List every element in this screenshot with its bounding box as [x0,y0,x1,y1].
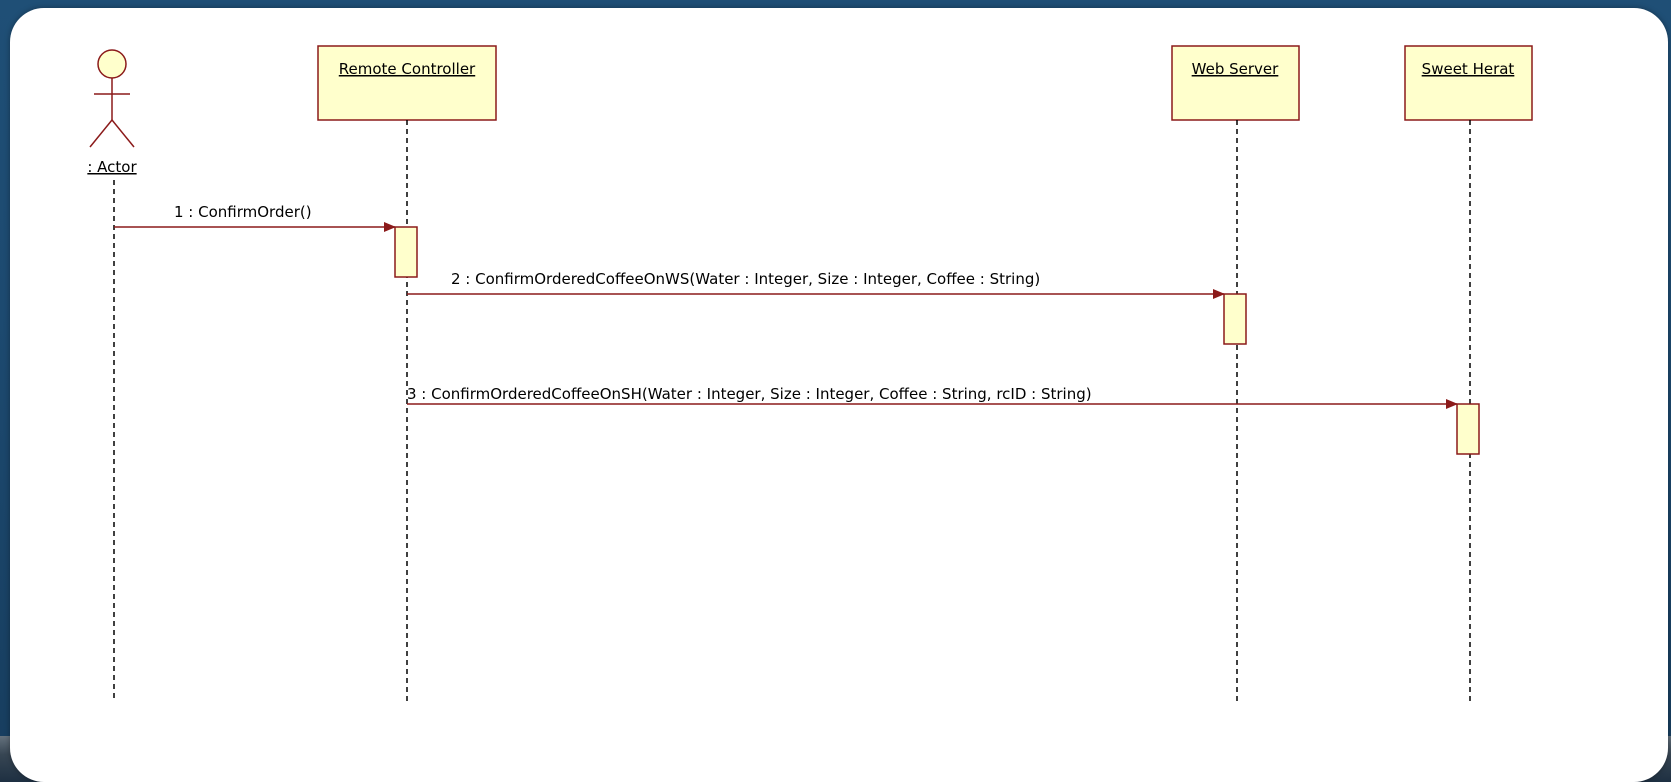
object-web-server[interactable]: Web Server [1171,45,1300,121]
activation-remote-controller [394,226,418,278]
diagram-canvas: : Actor Remote Controller Web Server Swe… [10,8,1668,782]
actor-leg-right [111,119,135,148]
object-label: Web Server [1192,60,1279,78]
object-label: Sweet Herat [1422,60,1515,78]
message-label: 2 : ConfirmOrderedCoffeeOnWS(Water : Int… [451,270,1040,288]
message-2[interactable]: 2 : ConfirmOrderedCoffeeOnWS(Water : Int… [407,270,1225,299]
actor[interactable]: : Actor [87,49,137,176]
message-1[interactable]: 1 : ConfirmOrder() [114,203,396,232]
object-label: Remote Controller [339,60,476,78]
message-label: 3 : ConfirmOrderedCoffeeOnSH(Water : Int… [407,385,1092,403]
message-3[interactable]: 3 : ConfirmOrderedCoffeeOnSH(Water : Int… [407,385,1458,409]
actor-leg-left [89,119,113,148]
object-sweet-herat[interactable]: Sweet Herat [1404,45,1533,121]
actor-label: : Actor [87,158,137,176]
sequence-diagram: : Actor Remote Controller Web Server Swe… [87,45,1533,702]
actor-head-icon [97,49,127,79]
activation-web-server [1223,293,1247,345]
message-label: 1 : ConfirmOrder() [174,203,312,221]
object-remote-controller[interactable]: Remote Controller [317,45,497,121]
activation-sweet-herat [1456,403,1480,455]
